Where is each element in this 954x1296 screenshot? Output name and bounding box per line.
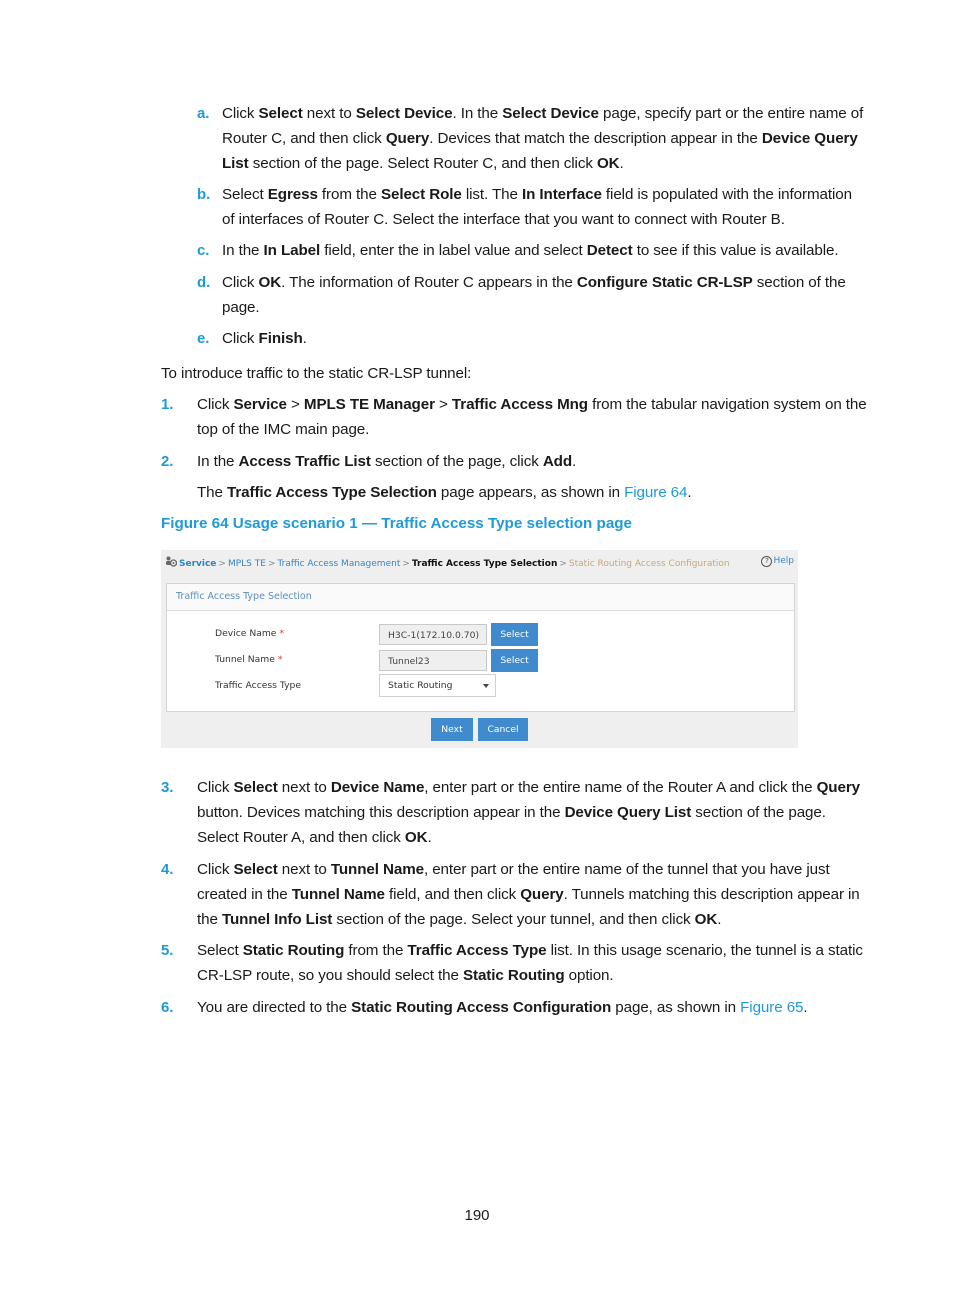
figure-64-screenshot: Service > MPLS TE > Traffic Access Managemen… xyxy=(161,550,798,748)
bold-term: Query xyxy=(385,130,430,147)
step-text: Click Select next to Tunnel Name, enter … xyxy=(197,861,860,928)
bold-term: Select Device xyxy=(502,105,599,122)
followup-text: The Traffic Access Type Selection page a… xyxy=(197,484,625,501)
substep-text: Click Select next to Select Device. In t… xyxy=(222,105,864,172)
device-select-button[interactable]: Select xyxy=(491,623,538,646)
panel-header: Traffic Access Type Selection xyxy=(167,584,794,611)
bold-term: Query xyxy=(816,779,861,796)
bold-term: In Label xyxy=(263,242,321,259)
device-name-label: Device Name * xyxy=(215,628,285,639)
step-text: Select Static Routing from the Traffic A… xyxy=(197,942,863,984)
step-text: In the Access Traffic List section of th… xyxy=(197,453,577,470)
bold-term: Static Routing xyxy=(242,942,345,959)
bold-term: Static Routing xyxy=(462,967,565,984)
figure-caption: Figure 64 Usage scenario 1 — Traffic Acc… xyxy=(161,515,633,532)
step-marker: 4. xyxy=(161,861,174,878)
step-text: Click Service > MPLS TE Manager > Traffi… xyxy=(197,396,867,438)
step-text: You are directed to the Static Routing A… xyxy=(197,999,808,1016)
breadcrumb-mpls-te[interactable]: MPLS TE xyxy=(228,559,266,569)
bold-term: Access Traffic List xyxy=(238,453,371,470)
next-button[interactable]: Next xyxy=(431,718,473,741)
bold-term: Select Device xyxy=(355,105,453,122)
substep-marker: d. xyxy=(197,274,211,291)
bold-term: OK xyxy=(596,155,620,172)
help-label: Help xyxy=(773,556,794,566)
step-marker: 2. xyxy=(161,453,174,470)
breadcrumb-traffic-access-management[interactable]: Traffic Access Management xyxy=(277,559,400,569)
panel-title: Traffic Access Type Selection xyxy=(176,591,312,602)
bold-term: OK xyxy=(694,911,718,928)
bold-term: Device Name xyxy=(330,779,425,796)
bold-term: Traffic Access Type xyxy=(407,942,547,959)
bold-term: Select xyxy=(233,861,278,878)
substep-text: Select Egress from the Select Role list.… xyxy=(222,186,852,228)
bold-term: Tunnel Name xyxy=(291,886,385,903)
page-number: 190 xyxy=(464,1207,490,1224)
traffic-access-type-select[interactable]: Static Routing xyxy=(379,674,496,697)
required-mark: * xyxy=(279,628,285,639)
tunnel-name-label: Tunnel Name * xyxy=(215,654,283,665)
cancel-button[interactable]: Cancel xyxy=(478,718,528,741)
figure-64-link[interactable]: Figure 64 xyxy=(624,484,687,501)
bold-term: Select xyxy=(233,779,278,796)
bold-term: Query xyxy=(520,886,564,903)
intro-text: To introduce traffic to the static CR-LS… xyxy=(161,365,472,382)
bold-term: OK xyxy=(258,274,282,291)
substep-text: Click Finish. xyxy=(222,330,307,347)
step-marker: 6. xyxy=(161,999,174,1016)
substep-marker: a. xyxy=(197,105,210,122)
tunnel-name-input[interactable]: Tunnel23 xyxy=(379,650,487,671)
bold-term: OK xyxy=(404,829,428,846)
bold-term: Finish xyxy=(258,330,303,347)
step-marker: 3. xyxy=(161,779,174,796)
step-marker: 5. xyxy=(161,942,174,959)
bold-term: In Interface xyxy=(521,186,602,203)
substep-marker: e. xyxy=(197,330,210,347)
selected-value: Static Routing xyxy=(388,680,453,691)
bold-term: Tunnel Name xyxy=(330,861,424,878)
substep-text: In the In Label field, enter the in labe… xyxy=(222,242,839,259)
required-mark: * xyxy=(277,654,283,665)
breadcrumb-current: Traffic Access Type Selection xyxy=(411,559,558,569)
figure-65-link[interactable]: Figure 65 xyxy=(740,999,803,1016)
breadcrumb-next-step: Static Routing Access Configuration xyxy=(568,559,730,569)
help-icon: ? xyxy=(761,556,773,567)
traffic-access-type-label: Traffic Access Type xyxy=(215,680,301,691)
device-name-input[interactable]: H3C-1(172.10.0.70) xyxy=(379,624,487,645)
step-text: Click Select next to Device Name, enter … xyxy=(197,779,861,846)
substep-marker: c. xyxy=(197,242,210,259)
help-link[interactable]: ? Help xyxy=(761,556,794,567)
substep-text: Click OK. The information of Router C ap… xyxy=(222,274,846,316)
step-marker: 1. xyxy=(161,396,174,413)
substep-marker: b. xyxy=(197,186,211,203)
bold-term: Service xyxy=(233,396,287,413)
bold-term: Traffic Access Mng xyxy=(451,396,588,413)
service-user-icon xyxy=(165,556,178,567)
tunnel-select-button[interactable]: Select xyxy=(491,649,538,672)
bold-term: Tunnel Info List xyxy=(221,911,333,928)
breadcrumb: Service > MPLS TE > Traffic Access Managemen… xyxy=(165,556,730,569)
bold-term: Select Role xyxy=(380,186,462,203)
chevron-down-icon xyxy=(483,684,489,688)
bold-term: Traffic Access Type Selection xyxy=(227,484,437,501)
bold-term: Select xyxy=(258,105,303,122)
bold-term: Add xyxy=(542,453,573,470)
bold-term: Static Routing Access Configuration xyxy=(351,999,612,1016)
breadcrumb-service[interactable]: Service xyxy=(179,559,216,569)
bold-term: Egress xyxy=(267,186,318,203)
bold-term: MPLS TE Manager xyxy=(303,396,435,413)
bold-term: Detect xyxy=(586,242,633,259)
bold-term: Device Query List xyxy=(564,804,692,821)
bold-term: Configure Static CR-LSP xyxy=(576,274,753,291)
step-2-followup: The Traffic Access Type Selection page a… xyxy=(197,484,692,501)
